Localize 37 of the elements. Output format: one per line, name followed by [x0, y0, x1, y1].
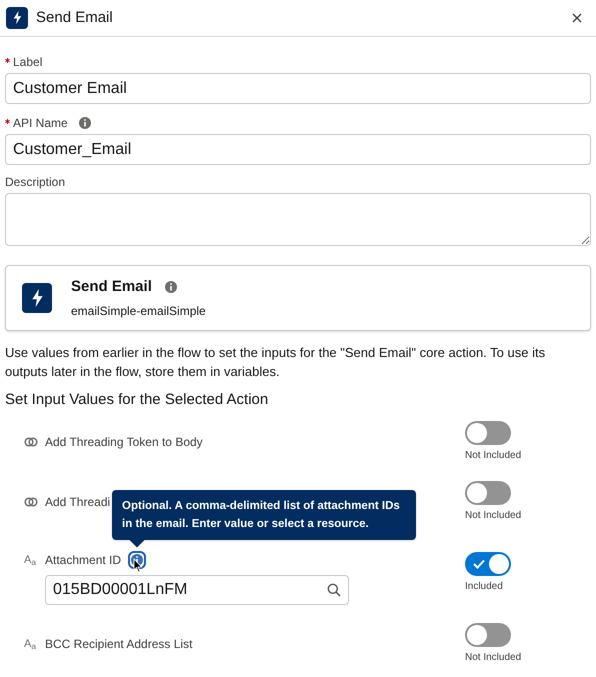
input-label: BCC Recipient Address List [45, 636, 192, 653]
linked-rings-icon [24, 437, 38, 447]
bolt-icon [22, 283, 52, 313]
text-field[interactable]: Customer Email [5, 73, 591, 104]
status-label: Included [465, 580, 503, 594]
description-field[interactable] [5, 193, 591, 246]
search-icon [327, 583, 341, 597]
field-label: API Name [13, 115, 68, 132]
field-label: Description [5, 175, 66, 189]
search-field[interactable]: 015BD00001LnFM [45, 575, 349, 605]
input-label: Add Threadi [45, 494, 110, 511]
check-icon [473, 559, 485, 569]
window-title: Send Email [36, 8, 113, 28]
text-field[interactable]: Customer_Email [5, 134, 591, 165]
bolt-icon [6, 7, 28, 29]
action-title: Send Email [71, 276, 152, 297]
toggle-switch[interactable] [465, 552, 511, 576]
field-label: Label [13, 54, 42, 71]
status-label: Not Included [465, 449, 522, 463]
status-label: Not Included [465, 509, 522, 523]
action-subtitle: emailSimple-emailSimple [71, 303, 206, 320]
text-type-glyph: A$_{a}$ [24, 638, 37, 650]
text-type-glyph: A$_{a}$ [24, 554, 37, 566]
toggle-switch[interactable] [465, 421, 511, 445]
toggle-switch[interactable] [465, 481, 511, 505]
toggle-switch[interactable] [465, 623, 511, 647]
tooltip: Optional. A comma-delimited list of attachment IDs in the email. Enter value or select a resource. [112, 490, 416, 540]
linked-rings-icon [24, 497, 38, 507]
info-icon[interactable] [130, 553, 144, 567]
input-label: Add Threading Token to Body [45, 434, 203, 451]
status-label: Not Included [465, 651, 522, 665]
close-button[interactable] [570, 11, 584, 25]
close-icon [572, 13, 582, 23]
mouse-cursor-icon [133, 558, 144, 573]
input-label: Attachment ID [45, 552, 122, 569]
section-title: Set Input Values for the Selected Action [5, 391, 270, 409]
intro-text: Use values from earlier in the flow to set the inputs for the "Send Email" core action. To use its outputs later in the flow, store them in variables. [5, 344, 546, 381]
